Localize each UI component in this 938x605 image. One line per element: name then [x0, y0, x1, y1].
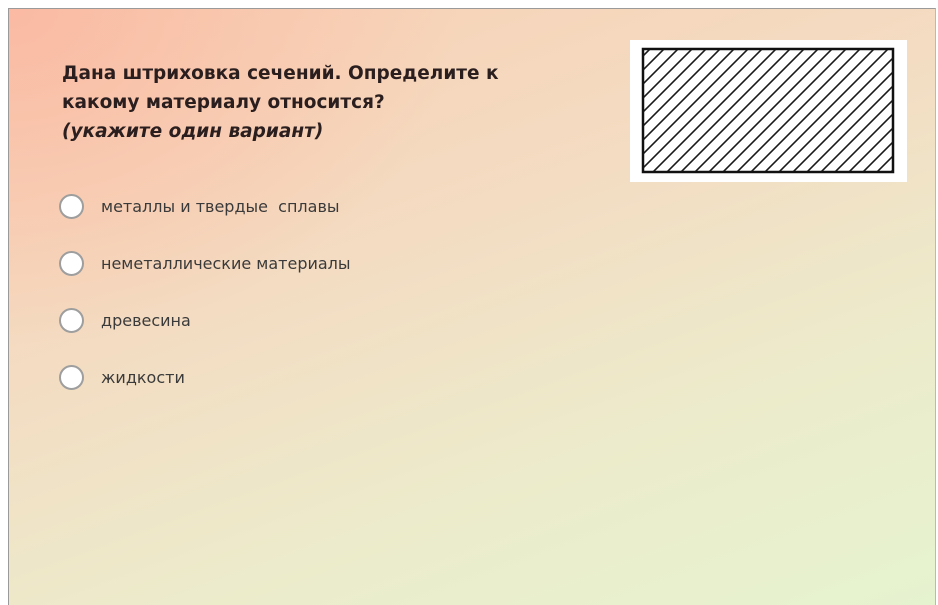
- option-liquids[interactable]: жидкости: [59, 363, 351, 392]
- radio-button[interactable]: [59, 365, 84, 390]
- radio-button[interactable]: [59, 308, 84, 333]
- option-label: жидкости: [101, 368, 185, 387]
- question-line-1: Дана штриховка сечений. Определите к: [62, 63, 499, 84]
- option-metals[interactable]: металлы и твердые сплавы: [59, 192, 351, 221]
- question-hint: (укажите один вариант): [62, 121, 324, 142]
- option-wood[interactable]: древесина: [59, 306, 351, 335]
- option-label: древесина: [101, 311, 191, 330]
- question-text: Дана штриховка сечений. Определите к как…: [62, 59, 582, 146]
- section-hatching-image: [630, 40, 907, 182]
- answer-options: металлы и твердые сплавы неметаллические…: [59, 192, 351, 420]
- radio-button[interactable]: [59, 194, 84, 219]
- hatching-diagram: [641, 47, 895, 174]
- quiz-slide: Дана штриховка сечений. Определите к как…: [8, 8, 936, 605]
- option-label: металлы и твердые сплавы: [101, 197, 340, 216]
- radio-button[interactable]: [59, 251, 84, 276]
- option-label: неметаллические материалы: [101, 254, 351, 273]
- question-line-2: какому материалу относится?: [62, 92, 385, 113]
- option-nonmetals[interactable]: неметаллические материалы: [59, 249, 351, 278]
